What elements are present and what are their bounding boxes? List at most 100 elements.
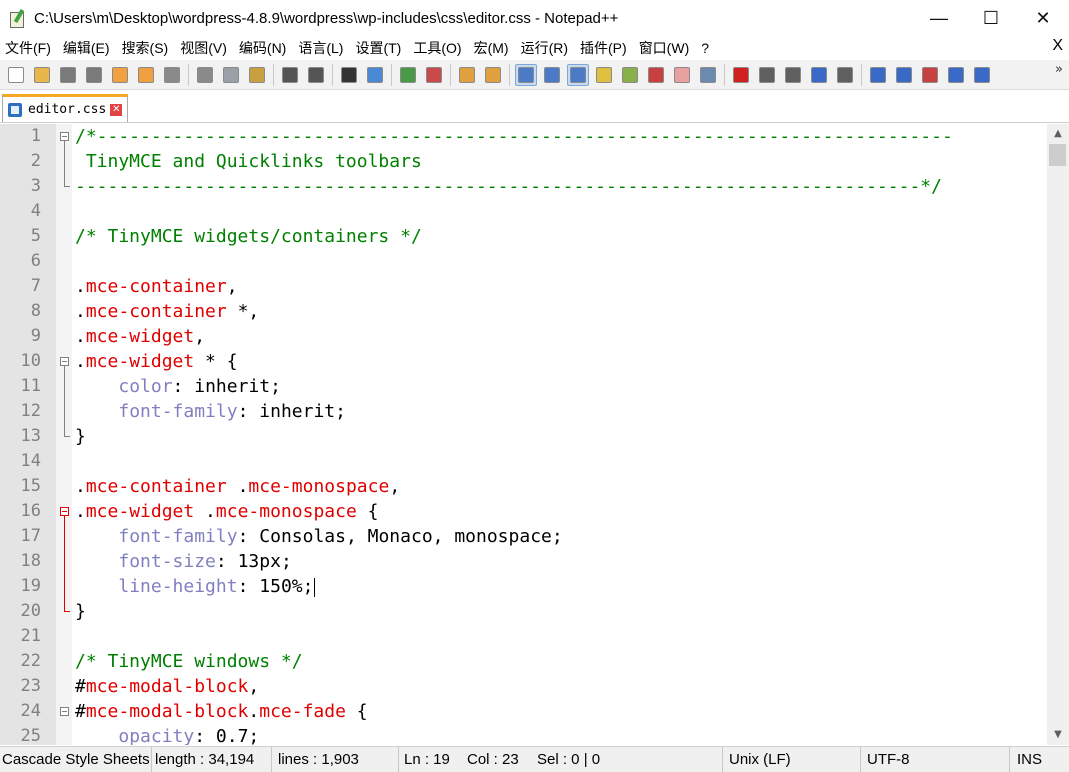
code-line[interactable]: line-height: 150%; bbox=[75, 574, 316, 599]
plugin-5-button[interactable] bbox=[971, 64, 993, 86]
menu-item-4[interactable]: 编码(N) bbox=[233, 38, 292, 58]
menu-item-10[interactable]: 插件(P) bbox=[574, 38, 633, 58]
code-line[interactable]: .mce-widget, bbox=[75, 324, 205, 349]
line-number: 8 bbox=[30, 301, 41, 321]
code-line[interactable]: #mce-modal-block.mce-fade { bbox=[75, 699, 368, 724]
word-wrap-button[interactable] bbox=[515, 63, 537, 86]
copy-button[interactable] bbox=[220, 64, 242, 86]
code-line[interactable]: color: inherit; bbox=[75, 374, 281, 399]
close-file-button[interactable] bbox=[109, 64, 131, 86]
record-macro-button[interactable] bbox=[730, 64, 752, 86]
fold-toggle-icon[interactable] bbox=[60, 707, 69, 716]
minimize-button[interactable]: — bbox=[913, 0, 965, 36]
save-button[interactable] bbox=[57, 64, 79, 86]
folder-workspace-button[interactable] bbox=[671, 64, 693, 86]
user-language-button[interactable] bbox=[593, 64, 615, 86]
menu-item-1[interactable]: 编辑(E) bbox=[57, 38, 116, 58]
code-line[interactable]: .mce-container *, bbox=[75, 299, 259, 324]
code-line[interactable]: font-family: inherit; bbox=[75, 399, 346, 424]
code-line[interactable]: TinyMCE and Quicklinks toolbars bbox=[75, 149, 422, 174]
scrollbar-thumb[interactable] bbox=[1049, 144, 1066, 166]
code-line[interactable]: .mce-container, bbox=[75, 274, 238, 299]
code-area[interactable]: /*--------------------------------------… bbox=[72, 124, 1047, 745]
tab-bar: editor.css ✕ bbox=[0, 90, 1069, 123]
zoom-out-button[interactable] bbox=[423, 64, 445, 86]
code-line[interactable]: } bbox=[75, 424, 86, 449]
maximize-button[interactable]: ☐ bbox=[965, 0, 1017, 36]
play-macro-icon bbox=[785, 66, 801, 83]
open-file-button[interactable] bbox=[31, 64, 53, 86]
fold-toggle-icon[interactable] bbox=[60, 132, 69, 141]
plugin-1-button[interactable] bbox=[867, 64, 889, 86]
run-macro-multiple-button[interactable] bbox=[808, 64, 830, 86]
tab-editor-css[interactable]: editor.css ✕ bbox=[2, 94, 128, 122]
sync-horizontal-button[interactable] bbox=[482, 64, 504, 86]
close-window-button[interactable]: ✕ bbox=[1017, 0, 1069, 36]
code-line[interactable]: #mce-modal-block, bbox=[75, 674, 259, 699]
toolbar-separator bbox=[724, 63, 725, 86]
monitor-button[interactable] bbox=[697, 64, 719, 86]
code-line[interactable]: } bbox=[75, 599, 86, 624]
replace-button[interactable] bbox=[364, 64, 386, 86]
sync-vertical-button[interactable] bbox=[456, 64, 478, 86]
menu-item-6[interactable]: 设置(T) bbox=[349, 38, 407, 58]
document-map-button[interactable] bbox=[619, 64, 641, 86]
stop-macro-button[interactable] bbox=[756, 64, 778, 86]
fold-toggle-icon[interactable] bbox=[60, 507, 69, 516]
plugin-4-button[interactable] bbox=[945, 64, 967, 86]
code-line[interactable]: opacity: 0.7; bbox=[75, 724, 259, 745]
redo-button[interactable] bbox=[305, 64, 327, 86]
menu-item-11[interactable]: 窗口(W) bbox=[633, 38, 696, 58]
undo-icon bbox=[282, 66, 298, 83]
plugin-4-icon bbox=[948, 66, 964, 83]
menu-item-9[interactable]: 运行(R) bbox=[515, 38, 574, 58]
menu-item-5[interactable]: 语言(L) bbox=[292, 38, 349, 58]
close-document-button[interactable]: X bbox=[1052, 37, 1063, 55]
menu-item-7[interactable]: 工具(O) bbox=[407, 38, 467, 58]
save-all-button[interactable] bbox=[83, 64, 105, 86]
indent-guide-button[interactable] bbox=[567, 63, 589, 86]
code-line[interactable]: font-family: Consolas, Monaco, monospace… bbox=[75, 524, 562, 549]
code-line[interactable]: .mce-widget .mce-monospace { bbox=[75, 499, 378, 524]
fold-end-mark bbox=[64, 436, 70, 437]
code-line[interactable]: /* TinyMCE windows */ bbox=[75, 649, 303, 674]
code-token: . bbox=[75, 476, 86, 497]
editor-pane[interactable]: 1 2 3 4 5 6 7 8 9 10 11 12 13 14 15 16 17 18 19 20 21 22 23 24 2… bbox=[0, 124, 1069, 745]
menu-item-0[interactable]: 文件(F) bbox=[0, 38, 57, 58]
menu-item-8[interactable]: 宏(M) bbox=[468, 38, 515, 58]
scroll-up-icon[interactable]: ▲ bbox=[1047, 124, 1069, 144]
close-all-button[interactable] bbox=[135, 64, 157, 86]
new-file-button[interactable] bbox=[5, 64, 27, 86]
print-button[interactable] bbox=[161, 64, 183, 86]
document-map-icon bbox=[622, 66, 638, 83]
paste-button[interactable] bbox=[246, 64, 268, 86]
cut-button[interactable] bbox=[194, 64, 216, 86]
code-token: mce-container bbox=[85, 476, 227, 497]
line-number-gutter: 1 2 3 4 5 6 7 8 9 10 11 12 13 14 15 16 17 18 19 20 21 22 23 24 2… bbox=[0, 124, 56, 745]
code-line[interactable]: /* TinyMCE widgets/containers */ bbox=[75, 224, 422, 249]
fold-toggle-icon[interactable] bbox=[60, 357, 69, 366]
play-macro-button[interactable] bbox=[782, 64, 804, 86]
vertical-scrollbar[interactable]: ▲ ▼ bbox=[1047, 124, 1069, 745]
zoom-in-button[interactable] bbox=[397, 64, 419, 86]
menu-item-12[interactable]: ? bbox=[695, 40, 715, 56]
plugin-2-button[interactable] bbox=[893, 64, 915, 86]
line-number: 21 bbox=[20, 626, 41, 646]
plugin-3-button[interactable] bbox=[919, 64, 941, 86]
menu-item-2[interactable]: 搜索(S) bbox=[116, 38, 175, 58]
menu-item-3[interactable]: 视图(V) bbox=[174, 38, 233, 58]
undo-button[interactable] bbox=[279, 64, 301, 86]
code-line[interactable]: /*--------------------------------------… bbox=[75, 124, 953, 149]
toolbar-overflow-button[interactable]: » bbox=[1055, 62, 1063, 77]
scroll-down-icon[interactable]: ▼ bbox=[1047, 725, 1069, 745]
save-macro-button[interactable] bbox=[834, 64, 856, 86]
code-line[interactable]: .mce-widget * { bbox=[75, 349, 238, 374]
find-button[interactable] bbox=[338, 64, 360, 86]
code-line[interactable]: font-size: 13px; bbox=[75, 549, 291, 574]
tab-close-icon[interactable]: ✕ bbox=[110, 103, 123, 116]
show-all-chars-button[interactable] bbox=[541, 64, 563, 86]
function-list-button[interactable] bbox=[645, 64, 667, 86]
code-line[interactable]: ----------------------------------------… bbox=[75, 174, 942, 199]
code-line[interactable]: .mce-container .mce-monospace, bbox=[75, 474, 400, 499]
